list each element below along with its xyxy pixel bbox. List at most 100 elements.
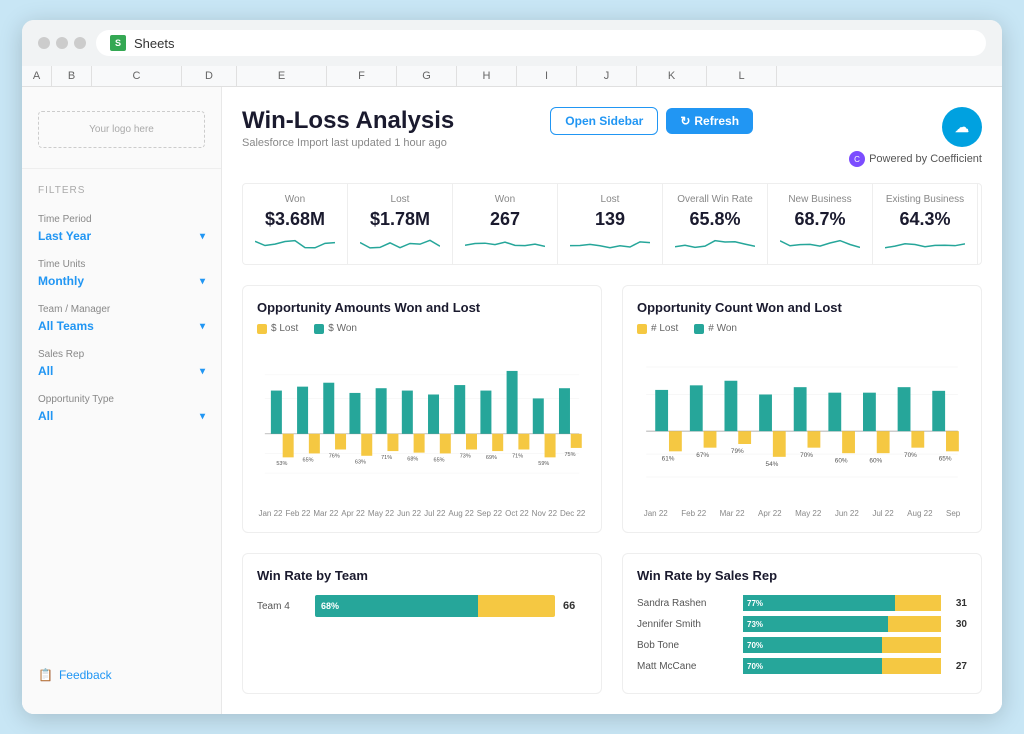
- metric-card-0: Won $3.68M: [243, 184, 348, 264]
- metric-sparkline-1: [360, 234, 440, 254]
- time-period-arrow: ▾: [200, 231, 205, 242]
- close-dot: [38, 37, 50, 49]
- charts-row-1: Opportunity Amounts Won and Lost $ Lost …: [242, 285, 982, 533]
- time-units-value: Monthly: [38, 274, 84, 288]
- legend-count-won: # Won: [694, 323, 737, 334]
- browser-window-controls: [38, 37, 86, 49]
- refresh-button[interactable]: ↻ Refresh: [666, 108, 753, 134]
- legend-lost-label: $ Lost: [271, 323, 298, 334]
- chart-amounts: Opportunity Amounts Won and Lost $ Lost …: [242, 285, 602, 533]
- sparkline-svg-1: [360, 234, 440, 254]
- minimize-dot: [56, 37, 68, 49]
- chart-count-legend: # Lost # Won: [637, 323, 967, 334]
- chart2-month-label: Apr 22: [758, 509, 782, 518]
- rep-bar-1: 73%: [743, 616, 941, 632]
- legend-won-label: $ Won: [328, 323, 357, 334]
- salesforce-area: ☁ C Powered by Coefficient: [849, 107, 982, 167]
- team-manager-select[interactable]: All Teams ▾: [38, 319, 205, 333]
- chart1-month-label: Apr 22: [341, 509, 365, 518]
- filter-opportunity-type: Opportunity Type All ▾: [22, 388, 221, 429]
- rep-row-1: Jennifer Smith 73% 30: [637, 616, 967, 632]
- svg-text:61%: 61%: [662, 456, 675, 463]
- team-row: Team 4 68% 66: [257, 595, 587, 617]
- metric-label-2: Won: [465, 194, 545, 205]
- reps-container: Sandra Rashen 77% 31 Jennifer Smith 73% …: [637, 595, 967, 674]
- open-sidebar-button[interactable]: Open Sidebar: [550, 107, 658, 135]
- metric-card-6: Existing Business 64.3%: [873, 184, 978, 264]
- team-label: Team 4: [257, 601, 307, 612]
- salesforce-logo: ☁: [942, 107, 982, 147]
- rep-count-3: 27: [947, 661, 967, 672]
- filters-label: FILTERS: [22, 185, 221, 196]
- svg-text:69%: 69%: [486, 455, 497, 461]
- time-units-label: Time Units: [38, 259, 205, 270]
- metric-value-4: 65.8%: [675, 209, 755, 230]
- metric-label-1: Lost: [360, 194, 440, 205]
- sparkline-svg-3: [570, 234, 650, 254]
- rep-bar-won-2: 70%: [743, 637, 882, 653]
- svg-text:63%: 63%: [355, 460, 366, 466]
- rep-count-0: 31: [947, 598, 967, 609]
- metric-card-3: Lost 139: [558, 184, 663, 264]
- main-content: Your logo here FILTERS Time Period Last …: [22, 87, 1002, 714]
- rep-bar-lost-3: [882, 658, 941, 674]
- time-period-select[interactable]: Last Year ▾: [38, 229, 205, 243]
- chart2-month-label: Jul 22: [872, 509, 893, 518]
- legend-won-dot: [314, 324, 324, 334]
- team-manager-arrow: ▾: [200, 321, 205, 332]
- col-header-B: B: [52, 66, 92, 86]
- sales-rep-select[interactable]: All ▾: [38, 364, 205, 378]
- opportunity-type-value: All: [38, 409, 53, 423]
- sparkline-svg-4: [675, 234, 755, 254]
- svg-text:67%: 67%: [696, 452, 709, 459]
- col-header-A: A: [22, 66, 52, 86]
- chart1-month-label: May 22: [368, 509, 394, 518]
- team-manager-value: All Teams: [38, 319, 94, 333]
- logo-box: Your logo here: [38, 111, 205, 148]
- rep-count-1: 30: [947, 619, 967, 630]
- chart1-month-label: Sep 22: [477, 509, 502, 518]
- rep-name-3: Matt McCane: [637, 661, 737, 672]
- legend-count-lost-label: # Lost: [651, 323, 678, 334]
- time-units-select[interactable]: Monthly ▾: [38, 274, 205, 288]
- metric-label-4: Overall Win Rate: [675, 194, 755, 205]
- rep-bar-won-3: 70%: [743, 658, 882, 674]
- rep-bar-won-1: 73%: [743, 616, 888, 632]
- chart-count: Opportunity Count Won and Lost # Lost # …: [622, 285, 982, 533]
- metric-label-3: Lost: [570, 194, 650, 205]
- opportunity-type-arrow: ▾: [200, 411, 205, 422]
- chart1-month-label: Nov 22: [532, 509, 557, 518]
- sales-rep-label: Sales Rep: [38, 349, 205, 360]
- dashboard: Win-Loss Analysis Salesforce Import last…: [222, 87, 1002, 714]
- svg-text:65%: 65%: [434, 457, 445, 463]
- opportunity-type-select[interactable]: All ▾: [38, 409, 205, 423]
- metric-label-0: Won: [255, 194, 335, 205]
- coefficient-label: Powered by Coefficient: [869, 153, 982, 165]
- metric-value-6: 64.3%: [885, 209, 965, 230]
- rep-bar-2: 70%: [743, 637, 941, 653]
- dash-header: Win-Loss Analysis Salesforce Import last…: [242, 107, 982, 167]
- metric-sparkline-5: [780, 234, 860, 254]
- metric-sparkline-6: [885, 234, 965, 254]
- sparkline-svg-2: [465, 234, 545, 254]
- svg-text:70%: 70%: [904, 452, 917, 459]
- rep-bar-lost-0: [895, 595, 941, 611]
- rep-bar-won-0: 77%: [743, 595, 895, 611]
- coefficient-icon: C: [849, 151, 865, 167]
- rep-row-3: Matt McCane 70% 27: [637, 658, 967, 674]
- col-header-H: H: [457, 66, 517, 86]
- address-bar[interactable]: S Sheets: [96, 30, 986, 56]
- team-manager-label: Team / Manager: [38, 304, 205, 315]
- col-header-L: L: [707, 66, 777, 86]
- feedback-link[interactable]: 📋 Feedback: [22, 652, 221, 698]
- chart1-month-label: Jan 22: [258, 509, 282, 518]
- time-units-arrow: ▾: [200, 276, 205, 287]
- refresh-label: Refresh: [694, 114, 739, 128]
- coefficient-badge: C Powered by Coefficient: [849, 151, 982, 167]
- feedback-label: Feedback: [59, 668, 112, 682]
- count-chart-svg: 61%67%79%54%70%60%60%70%65%: [637, 342, 967, 502]
- chart1-month-label: Feb 22: [286, 509, 311, 518]
- win-rate-team-title: Win Rate by Team: [257, 568, 587, 583]
- legend-won-amount: $ Won: [314, 323, 357, 334]
- legend-count-lost-dot: [637, 324, 647, 334]
